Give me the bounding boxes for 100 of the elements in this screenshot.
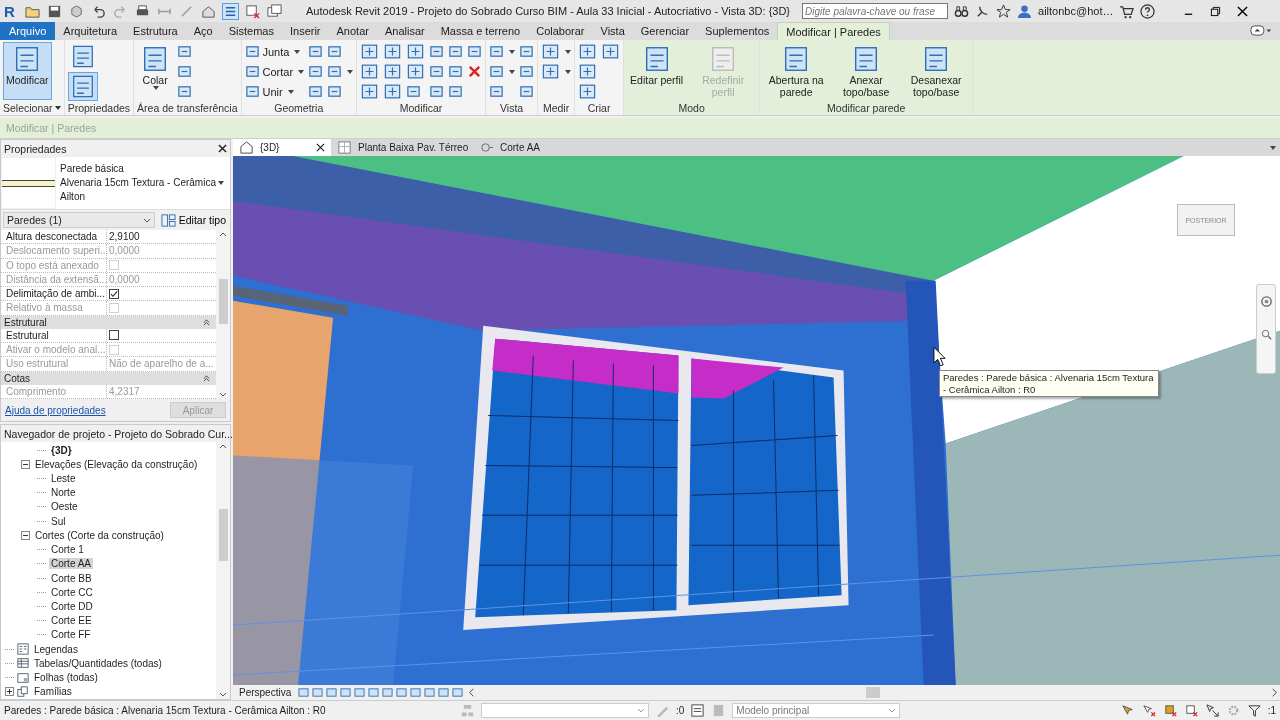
- thin-lines-icon[interactable]: [223, 3, 238, 19]
- ribbon-tool-button[interactable]: [429, 64, 445, 79]
- checkbox[interactable]: [109, 330, 119, 341]
- ribbon-tool-button[interactable]: [601, 42, 621, 61]
- edit-type-button[interactable]: Editar tipo: [158, 212, 228, 228]
- expand-toggle-icon[interactable]: [5, 687, 14, 697]
- app-logo[interactable]: R: [4, 2, 18, 20]
- restore-icon[interactable]: [1210, 5, 1222, 17]
- select-links-icon[interactable]: [1120, 703, 1136, 718]
- tree-item[interactable]: Elevações (Elevação da construção): [33, 458, 200, 470]
- binoculars-icon[interactable]: [954, 3, 970, 19]
- ribbon-tool-button[interactable]: [383, 42, 403, 61]
- ribbon-tab[interactable]: Analisar: [376, 22, 433, 40]
- ribbon-tab[interactable]: Colaborar: [528, 22, 593, 40]
- ribbon-tool-button[interactable]: [308, 84, 324, 99]
- type-selector[interactable]: Parede básica Alvenaria 15cm Textura - Cerâmica Ailton: [1, 157, 230, 210]
- scroll-up-icon[interactable]: [219, 444, 227, 449]
- view-tab[interactable]: {3D}: [233, 139, 331, 156]
- tree-item[interactable]: Folhas (todas): [32, 672, 100, 684]
- tree-item[interactable]: Corte 1: [49, 544, 86, 556]
- ribbon-tool-button[interactable]: [360, 62, 380, 81]
- ribbon-button[interactable]: Abertura na parede: [763, 42, 830, 100]
- switch-windows-icon[interactable]: [267, 3, 282, 19]
- scrollbar-thumb[interactable]: [218, 509, 228, 561]
- design-options-icon[interactable]: [690, 703, 706, 718]
- view-tab[interactable]: Corte AA: [473, 139, 595, 156]
- expand-toggle-icon[interactable]: [21, 459, 30, 469]
- ribbon-button[interactable]: [67, 72, 98, 101]
- panel-title[interactable]: Vista: [489, 101, 535, 115]
- ribbon-tab[interactable]: Massa e terreno: [432, 22, 529, 40]
- view-control-icon[interactable]: [368, 687, 380, 698]
- ribbon-tool-button[interactable]: [177, 84, 193, 99]
- view-control-icon[interactable]: [298, 687, 310, 698]
- panel-title[interactable]: Selecionar: [3, 101, 61, 115]
- steering-wheel-icon[interactable]: [1259, 295, 1273, 308]
- ribbon-tool-button[interactable]: [308, 64, 324, 79]
- tree-item[interactable]: Sul: [49, 515, 68, 527]
- view-control-icon[interactable]: [452, 687, 464, 698]
- ribbon-tab[interactable]: Modificar | Paredes: [777, 22, 890, 40]
- property-value[interactable]: 2,9100: [107, 230, 216, 244]
- ribbon-tab[interactable]: Gerenciar: [632, 22, 698, 40]
- help-link[interactable]: Ajuda de propriedades: [5, 404, 106, 416]
- select-pinned-icon[interactable]: [1162, 703, 1178, 718]
- ribbon-minimize-icon[interactable]: [1250, 25, 1272, 36]
- expand-toggle-icon[interactable]: [21, 530, 30, 540]
- ribbon-tool-button[interactable]: [177, 64, 193, 79]
- zoom-icon[interactable]: [1259, 328, 1273, 341]
- user-name[interactable]: ailtonbc@hot…: [1038, 5, 1114, 17]
- ribbon-tool-button[interactable]: [541, 42, 572, 61]
- ribbon-tool-button[interactable]: [541, 62, 572, 81]
- view-control-icon[interactable]: [382, 687, 394, 698]
- house-icon[interactable]: [201, 3, 216, 19]
- panel-title[interactable]: Geometria: [244, 101, 354, 115]
- close-windows-icon[interactable]: [245, 3, 260, 19]
- navigation-bar[interactable]: [1256, 284, 1276, 374]
- tree-item[interactable]: Corte AA: [49, 558, 94, 570]
- design-option-dropdown[interactable]: Modelo principal: [732, 703, 901, 718]
- caret-icon[interactable]: [1270, 146, 1276, 150]
- scroll-right-icon[interactable]: [1269, 687, 1280, 698]
- panel-title[interactable]: Área de transferência: [137, 101, 238, 115]
- tree-item[interactable]: Corte FF: [49, 629, 93, 641]
- view-control-icon[interactable]: [354, 687, 366, 698]
- save-icon[interactable]: [47, 3, 62, 19]
- ribbon-tab[interactable]: Vista: [592, 22, 633, 40]
- tree-item[interactable]: {3D}: [49, 444, 74, 456]
- tree-item[interactable]: Legendas: [32, 643, 80, 655]
- tree-item[interactable]: Corte CC: [49, 586, 95, 598]
- ribbon-tab[interactable]: Sistemas: [220, 22, 282, 40]
- ribbon-tool-button[interactable]: [489, 64, 516, 79]
- view-control-icon[interactable]: [312, 687, 324, 698]
- panel-title[interactable]: Modo: [627, 101, 757, 115]
- ribbon-tool-button[interactable]: [519, 84, 535, 99]
- ribbon-tool-button[interactable]: [383, 62, 403, 81]
- user-icon[interactable]: [1017, 3, 1033, 19]
- panel-title[interactable]: Criar: [578, 101, 621, 115]
- select-by-face-icon[interactable]: [1183, 703, 1199, 718]
- ribbon-tool-button[interactable]: [578, 82, 598, 101]
- scrollbar[interactable]: [216, 442, 230, 699]
- ribbon-tool-button[interactable]: [406, 62, 426, 81]
- ribbon-button[interactable]: Desanexar topo/base: [903, 42, 970, 100]
- star-icon[interactable]: [996, 3, 1012, 19]
- ribbon-tool-button[interactable]: [327, 64, 354, 79]
- ribbon-tool-button[interactable]: [429, 44, 445, 59]
- panel-title[interactable]: Modificar parede: [763, 101, 970, 115]
- view-control-icon[interactable]: [438, 687, 450, 698]
- ribbon-button[interactable]: Colar: [137, 42, 174, 100]
- ribbon-tool-button[interactable]: [448, 44, 464, 59]
- tree-item[interactable]: Famílias: [32, 686, 74, 698]
- tree-item[interactable]: Tabelas/Quantidades (todas): [32, 657, 164, 669]
- ribbon-tab[interactable]: Arquivo: [0, 22, 56, 40]
- scrollbar[interactable]: [216, 230, 230, 399]
- close-icon[interactable]: [316, 143, 325, 152]
- drag-elements-icon[interactable]: [1204, 703, 1220, 718]
- ribbon-tool-button[interactable]: [406, 42, 426, 61]
- ribbon-tool-button[interactable]: [448, 84, 464, 99]
- scroll-down-icon[interactable]: [219, 392, 227, 397]
- ribbon-tool-button[interactable]: [448, 64, 464, 79]
- close-icon[interactable]: [218, 144, 227, 153]
- ribbon-tool-button[interactable]: [308, 44, 324, 59]
- tree-item[interactable]: Cortes (Corte da construção): [33, 529, 166, 541]
